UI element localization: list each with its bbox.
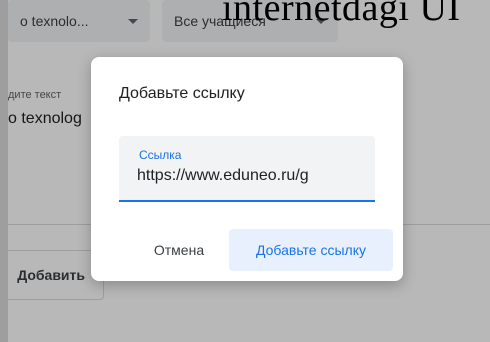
link-input[interactable]	[137, 164, 371, 188]
add-link-dialog: Добавьте ссылку Ссылка Отмена Добавьте с…	[91, 57, 403, 281]
link-field-underline	[119, 200, 375, 202]
link-field[interactable]: Ссылка	[119, 136, 375, 202]
add-link-button[interactable]: Добавьте ссылку	[229, 229, 393, 271]
cancel-button[interactable]: Отмена	[139, 229, 219, 271]
link-field-label: Ссылка	[139, 148, 182, 162]
dialog-title: Добавьте ссылку	[119, 85, 245, 102]
